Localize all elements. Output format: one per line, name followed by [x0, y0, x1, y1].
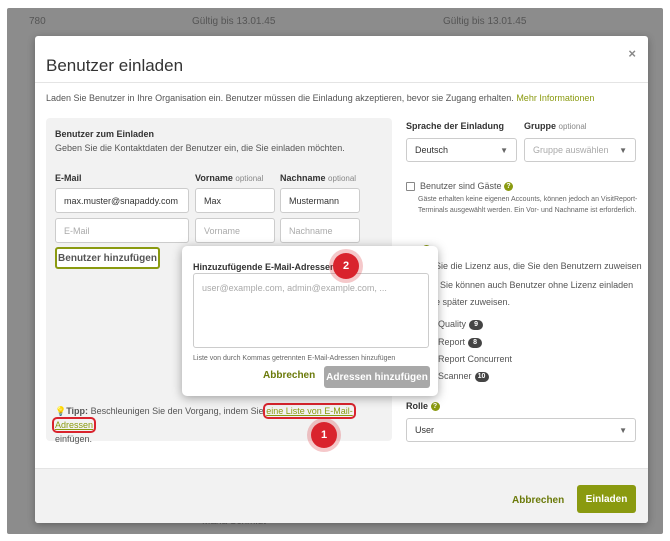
- lightbulb-icon: 💡: [55, 406, 67, 416]
- email-list-popover: Hinzuzufügende E-Mail-Adressen user@exam…: [182, 246, 438, 396]
- popover-hint: Liste von durch Kommas getrennten E-Mail…: [193, 355, 396, 362]
- license-count-badge: 9: [469, 319, 484, 330]
- firstname-column-header: Vorname optional: [195, 173, 264, 183]
- dialog-intro: Laden Sie Benutzer in Ihre Organisation …: [46, 93, 594, 103]
- invite-button[interactable]: Einladen: [577, 485, 636, 513]
- chevron-down-icon: ▼: [619, 425, 627, 435]
- lastname-field-empty[interactable]: Nachname: [280, 218, 360, 243]
- license-option[interactable]: Report Concurrent: [438, 354, 512, 364]
- license-option[interactable]: Report 8: [438, 337, 483, 348]
- license-description: Sie die Lizenz aus, die Sie den Benutzer…: [435, 261, 642, 271]
- lastname-field[interactable]: Mustermann: [280, 188, 360, 213]
- license-description: e später zuweisen.: [435, 297, 511, 307]
- divider: [35, 82, 648, 83]
- intro-text: Laden Sie Benutzer in Ihre Organisation …: [46, 93, 514, 103]
- role-label: Rolle ?: [406, 401, 440, 412]
- lastname-column-header: Nachname optional: [280, 173, 357, 183]
- guests-label: Benutzer sind Gäste ?: [420, 181, 514, 192]
- license-count-badge: 8: [468, 337, 483, 348]
- language-select[interactable]: Deutsch ▼: [406, 138, 517, 162]
- help-icon[interactable]: ?: [504, 182, 514, 192]
- popover-cancel-button[interactable]: Abbrechen: [263, 370, 315, 381]
- group-label: Gruppe optional: [524, 121, 587, 131]
- popover-title: Hinzuzufügende E-Mail-Adressen: [193, 262, 336, 272]
- guests-description: Gäste erhalten keine eigenen Accounts, k…: [418, 196, 638, 214]
- invite-users-dialog: × Benutzer einladen Laden Sie Benutzer i…: [35, 36, 648, 523]
- invite-subheading: Geben Sie die Kontaktdaten der Benutzer …: [55, 143, 345, 153]
- close-icon[interactable]: ×: [628, 46, 636, 61]
- dialog-footer: Abbrechen Einladen: [35, 468, 648, 523]
- step-badge-2: 2: [333, 253, 359, 279]
- firstname-field[interactable]: Max: [195, 188, 275, 213]
- email-list-textarea[interactable]: user@example.com, admin@example.com, ...: [193, 273, 429, 348]
- license-count-badge: 10: [474, 371, 489, 382]
- invite-heading: Benutzer zum Einladen: [55, 129, 155, 139]
- language-label: Sprache der Einladung: [406, 121, 505, 131]
- license-option[interactable]: Scanner 10: [438, 371, 489, 382]
- email-field-empty[interactable]: E-Mail: [55, 218, 189, 243]
- background-text: Gültig bis 13.01.45: [192, 16, 276, 27]
- background-text: Gültig bis 13.01.45: [443, 16, 527, 27]
- screenshot-frame: 780 Gültig bis 13.01.45 Gültig bis 13.01…: [7, 8, 663, 534]
- license-option[interactable]: Quality 9: [438, 319, 484, 330]
- email-field[interactable]: max.muster@snapaddy.com: [55, 188, 189, 213]
- chevron-down-icon: ▼: [500, 145, 508, 155]
- dialog-title: Benutzer einladen: [46, 56, 184, 75]
- email-column-header: E-Mail: [55, 173, 82, 183]
- role-select[interactable]: User ▼: [406, 418, 636, 442]
- help-icon[interactable]: ?: [430, 402, 440, 412]
- group-select[interactable]: Gruppe auswählen ▼: [524, 138, 636, 162]
- firstname-field-empty[interactable]: Vorname: [195, 218, 275, 243]
- add-addresses-button[interactable]: Adressen hinzufügen: [324, 366, 430, 388]
- guests-checkbox[interactable]: [406, 182, 415, 191]
- step-badge-1: 1: [311, 422, 337, 448]
- add-user-button[interactable]: Benutzer hinzufügen: [55, 247, 160, 269]
- chevron-down-icon: ▼: [619, 145, 627, 155]
- cancel-button[interactable]: Abbrechen: [512, 495, 564, 506]
- more-info-link[interactable]: Mehr Informationen: [516, 93, 594, 103]
- license-description: . Sie können auch Benutzer ohne Lizenz e…: [435, 280, 634, 290]
- background-text: 780: [29, 16, 46, 27]
